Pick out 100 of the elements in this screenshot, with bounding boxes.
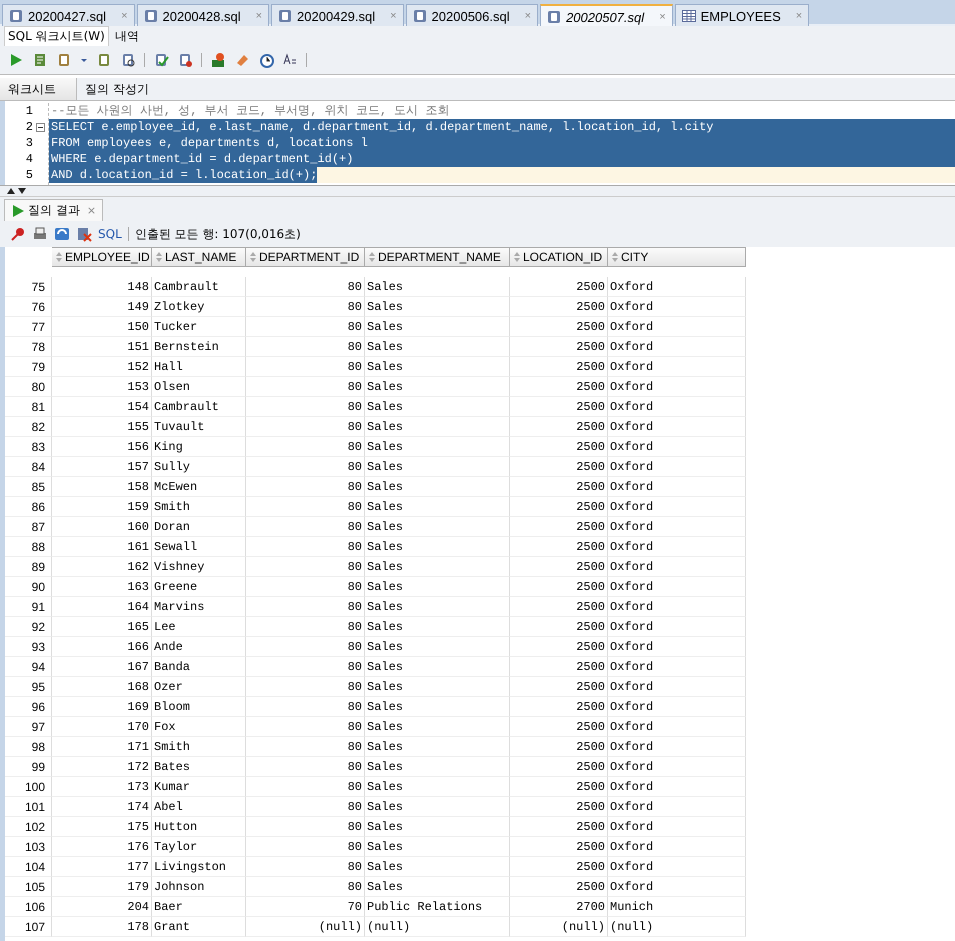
table-cell: Oxford [608,697,746,717]
column-header[interactable]: EMPLOYEE_ID [52,247,152,267]
run-icon[interactable] [8,52,24,68]
line-number: 3 [24,135,34,151]
file-tab[interactable]: 20200428.sql × [136,4,270,27]
table-cell: 2500 [510,497,608,517]
table-cell: 178 [52,917,152,937]
result-tab-label: 질의 결과 [28,202,80,219]
table-cell: 2500 [510,737,608,757]
pin-icon[interactable] [10,226,26,242]
database-icon [412,9,427,23]
file-tab[interactable]: 20020507.sql × [540,4,673,28]
table-cell: Johnson [152,877,246,897]
table-cell: McEwen [152,477,246,497]
column-header[interactable]: CITY [608,247,746,267]
row-number: 103 [5,837,52,857]
table-cell: 80 [246,457,365,477]
table-cell: Sales [365,497,510,517]
file-tab[interactable]: 20200427.sql × [2,4,135,27]
table-cell: 155 [52,417,152,437]
view-tab[interactable]: 내역 [110,26,143,46]
clock-icon[interactable] [258,52,274,68]
table-cell: Sales [365,277,510,297]
column-header[interactable]: DEPARTMENT_NAME [365,247,510,267]
table-cell: 166 [52,637,152,657]
table-cell: 80 [246,677,365,697]
table-cell: 162 [52,557,152,577]
run-script-icon[interactable] [32,52,48,68]
collapse-icon[interactable] [36,122,45,132]
file-tab[interactable]: EMPLOYEES × [674,4,810,27]
table-cell: 167 [52,657,152,677]
database-icon[interactable] [56,52,72,68]
column-header[interactable]: LOCATION_ID [510,247,608,267]
file-tab[interactable]: 20200429.sql × [271,4,404,27]
table-cell: Sales [365,677,510,697]
table-cell: Oxford [608,277,746,297]
table-cell: 80 [246,717,365,737]
column-header[interactable]: LAST_NAME [152,247,246,267]
table-cell: Oxford [608,857,746,877]
table-cell: Marvins [152,597,246,617]
editor-tab[interactable]: 워크시트 [0,78,77,100]
table-cell: Lee [152,617,246,637]
database-icon [144,9,158,23]
table-cell: Oxford [608,777,746,797]
row-number: 83 [5,437,52,457]
table-cell: 2500 [510,817,608,837]
table-cell: 80 [246,777,365,797]
refresh-icon[interactable] [54,226,70,242]
eraser-icon[interactable] [234,52,250,68]
table-cell: 2500 [510,557,608,577]
row-number: 95 [5,677,52,697]
file-tab[interactable]: 20200506.sql × [406,4,538,27]
table-cell: Oxford [608,537,746,557]
table-cell: Oxford [608,337,746,357]
table-cell: Oxford [608,497,746,517]
table-cell: Sales [365,697,510,717]
table-cell: 80 [246,657,365,677]
table-cell: 2500 [510,277,608,297]
table-cell: Smith [152,497,246,517]
table-cell: Sales [365,637,510,657]
table-cell: 2500 [510,477,608,497]
table-cell: 2500 [510,417,608,437]
column-header[interactable]: DEPARTMENT_ID [246,247,365,267]
view-tab[interactable]: SQL 워크시트(W) [4,26,109,46]
sort-icon [611,251,619,263]
database-icon[interactable] [96,52,112,68]
database-icon [278,9,292,23]
table-cell: 80 [246,477,365,497]
cancel-icon[interactable] [76,226,92,242]
table-cell: Sales [365,517,510,537]
editor-tab[interactable]: 질의 작성기 [77,78,157,100]
table-cell: 80 [246,757,365,777]
table-cell: 159 [52,497,152,517]
table-cell: 80 [246,497,365,517]
table-cell: Cambrault [152,277,246,297]
table-cell: 80 [246,837,365,857]
table-cell: Sales [365,817,510,837]
sql-link[interactable]: SQL [98,227,122,241]
splitter-arrows-icon[interactable] [6,187,28,195]
printer-icon[interactable] [32,226,48,242]
commit-icon[interactable] [153,52,169,68]
rollback-icon[interactable] [177,52,193,68]
table-cell: 80 [246,537,365,557]
tuning-icon[interactable] [210,52,226,68]
table-cell: Sully [152,457,246,477]
table-cell: Bates [152,757,246,777]
result-tab[interactable]: 질의 결과 × [4,199,104,221]
fetch-status: 인출된 모든 행: 107(0,016초) [134,226,301,242]
table-cell: King [152,437,246,457]
table-cell: 80 [246,397,365,417]
table-cell: Hall [152,357,246,377]
table-cell: (null) [608,917,746,937]
table-icon [682,10,696,22]
table-cell: 2500 [510,457,608,477]
table-cell: Oxford [608,757,746,777]
search-icon[interactable] [120,52,136,68]
row-number: 75 [5,277,52,297]
table-cell: 157 [52,457,152,477]
table-cell: 2500 [510,777,608,797]
table-cell: 80 [246,517,365,537]
